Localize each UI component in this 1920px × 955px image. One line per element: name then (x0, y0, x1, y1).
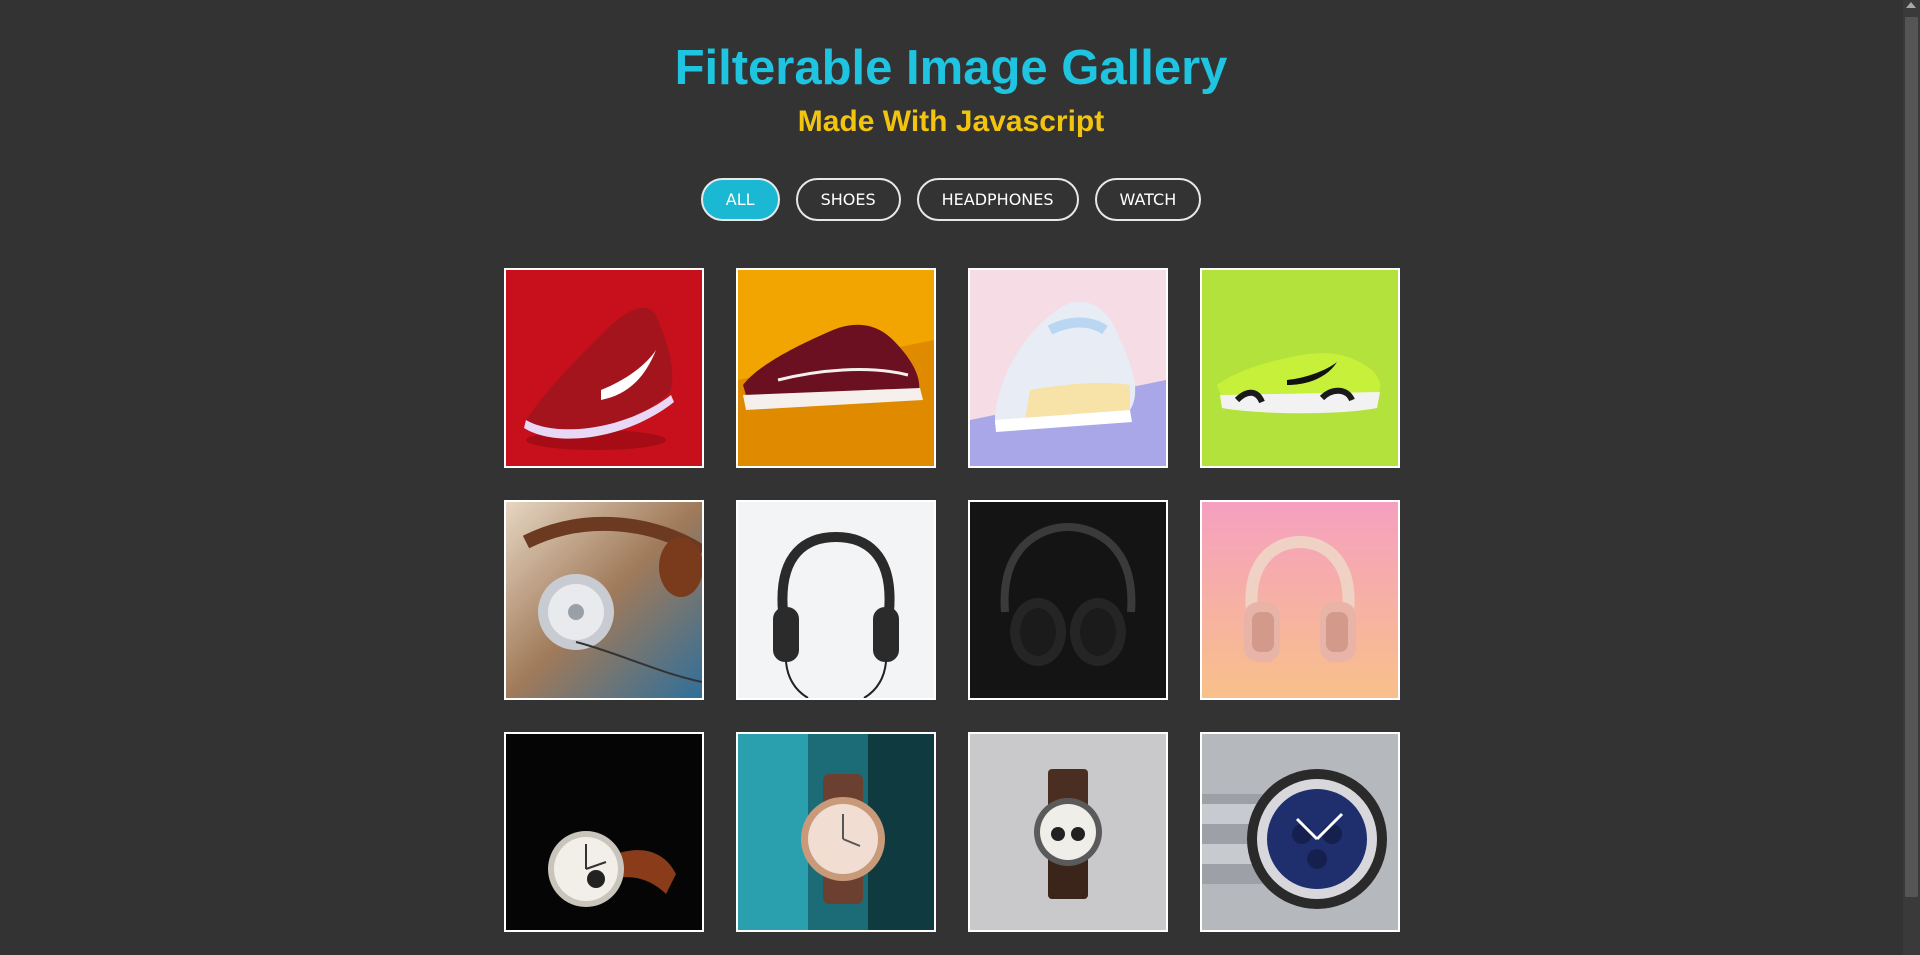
black-headphones-white-bg-image (738, 502, 934, 698)
filter-all-button[interactable]: ALL (700, 178, 780, 221)
gallery-item-shoes[interactable] (504, 268, 704, 468)
filter-bar: ALL SHOES HEADPHONES WATCH (0, 178, 1902, 221)
gallery-item-shoes[interactable] (1200, 268, 1400, 468)
scroll-up-arrow-icon[interactable] (1906, 2, 1916, 8)
filter-headphones-button[interactable]: HEADPHONES (916, 178, 1079, 221)
filter-watch-button[interactable]: WATCH (1094, 178, 1202, 221)
gallery-item-watch[interactable] (504, 732, 704, 932)
rose-gold-watch-teal-image (738, 734, 934, 930)
gallery-item-watch[interactable] (1200, 732, 1400, 932)
gallery-item-headphones[interactable] (736, 500, 936, 700)
gallery-item-watch[interactable] (968, 732, 1168, 932)
gallery-item-headphones[interactable] (1200, 500, 1400, 700)
red-sneaker-image (506, 270, 702, 466)
maroon-skate-shoe-image (738, 270, 934, 466)
page-subtitle: Made With Javascript (797, 105, 1105, 138)
brown-headphones-image (506, 502, 702, 698)
gallery-item-headphones[interactable] (504, 500, 704, 700)
pink-headphones-image (1202, 502, 1398, 698)
vertical-scrollbar[interactable] (1903, 0, 1920, 955)
scrollbar-thumb[interactable] (1905, 17, 1918, 897)
black-headphones-dark-bg-image (970, 502, 1166, 698)
gallery-item-shoes[interactable] (968, 268, 1168, 468)
filter-shoes-button[interactable]: SHOES (795, 178, 901, 221)
blue-dial-steel-watch-image (1202, 734, 1398, 930)
image-gallery (504, 268, 1400, 932)
pastel-sneaker-image (970, 270, 1166, 466)
page-title: Filterable Image Gallery (674, 41, 1228, 95)
chronograph-watch-grey-image (970, 734, 1166, 930)
gallery-item-shoes[interactable] (736, 268, 936, 468)
gallery-item-headphones[interactable] (968, 500, 1168, 700)
lime-sneaker-image (1202, 270, 1398, 466)
gallery-item-watch[interactable] (736, 732, 936, 932)
white-dial-watch-dark-image (506, 734, 702, 930)
page: Filterable Image Gallery Made With Javas… (0, 0, 1920, 955)
